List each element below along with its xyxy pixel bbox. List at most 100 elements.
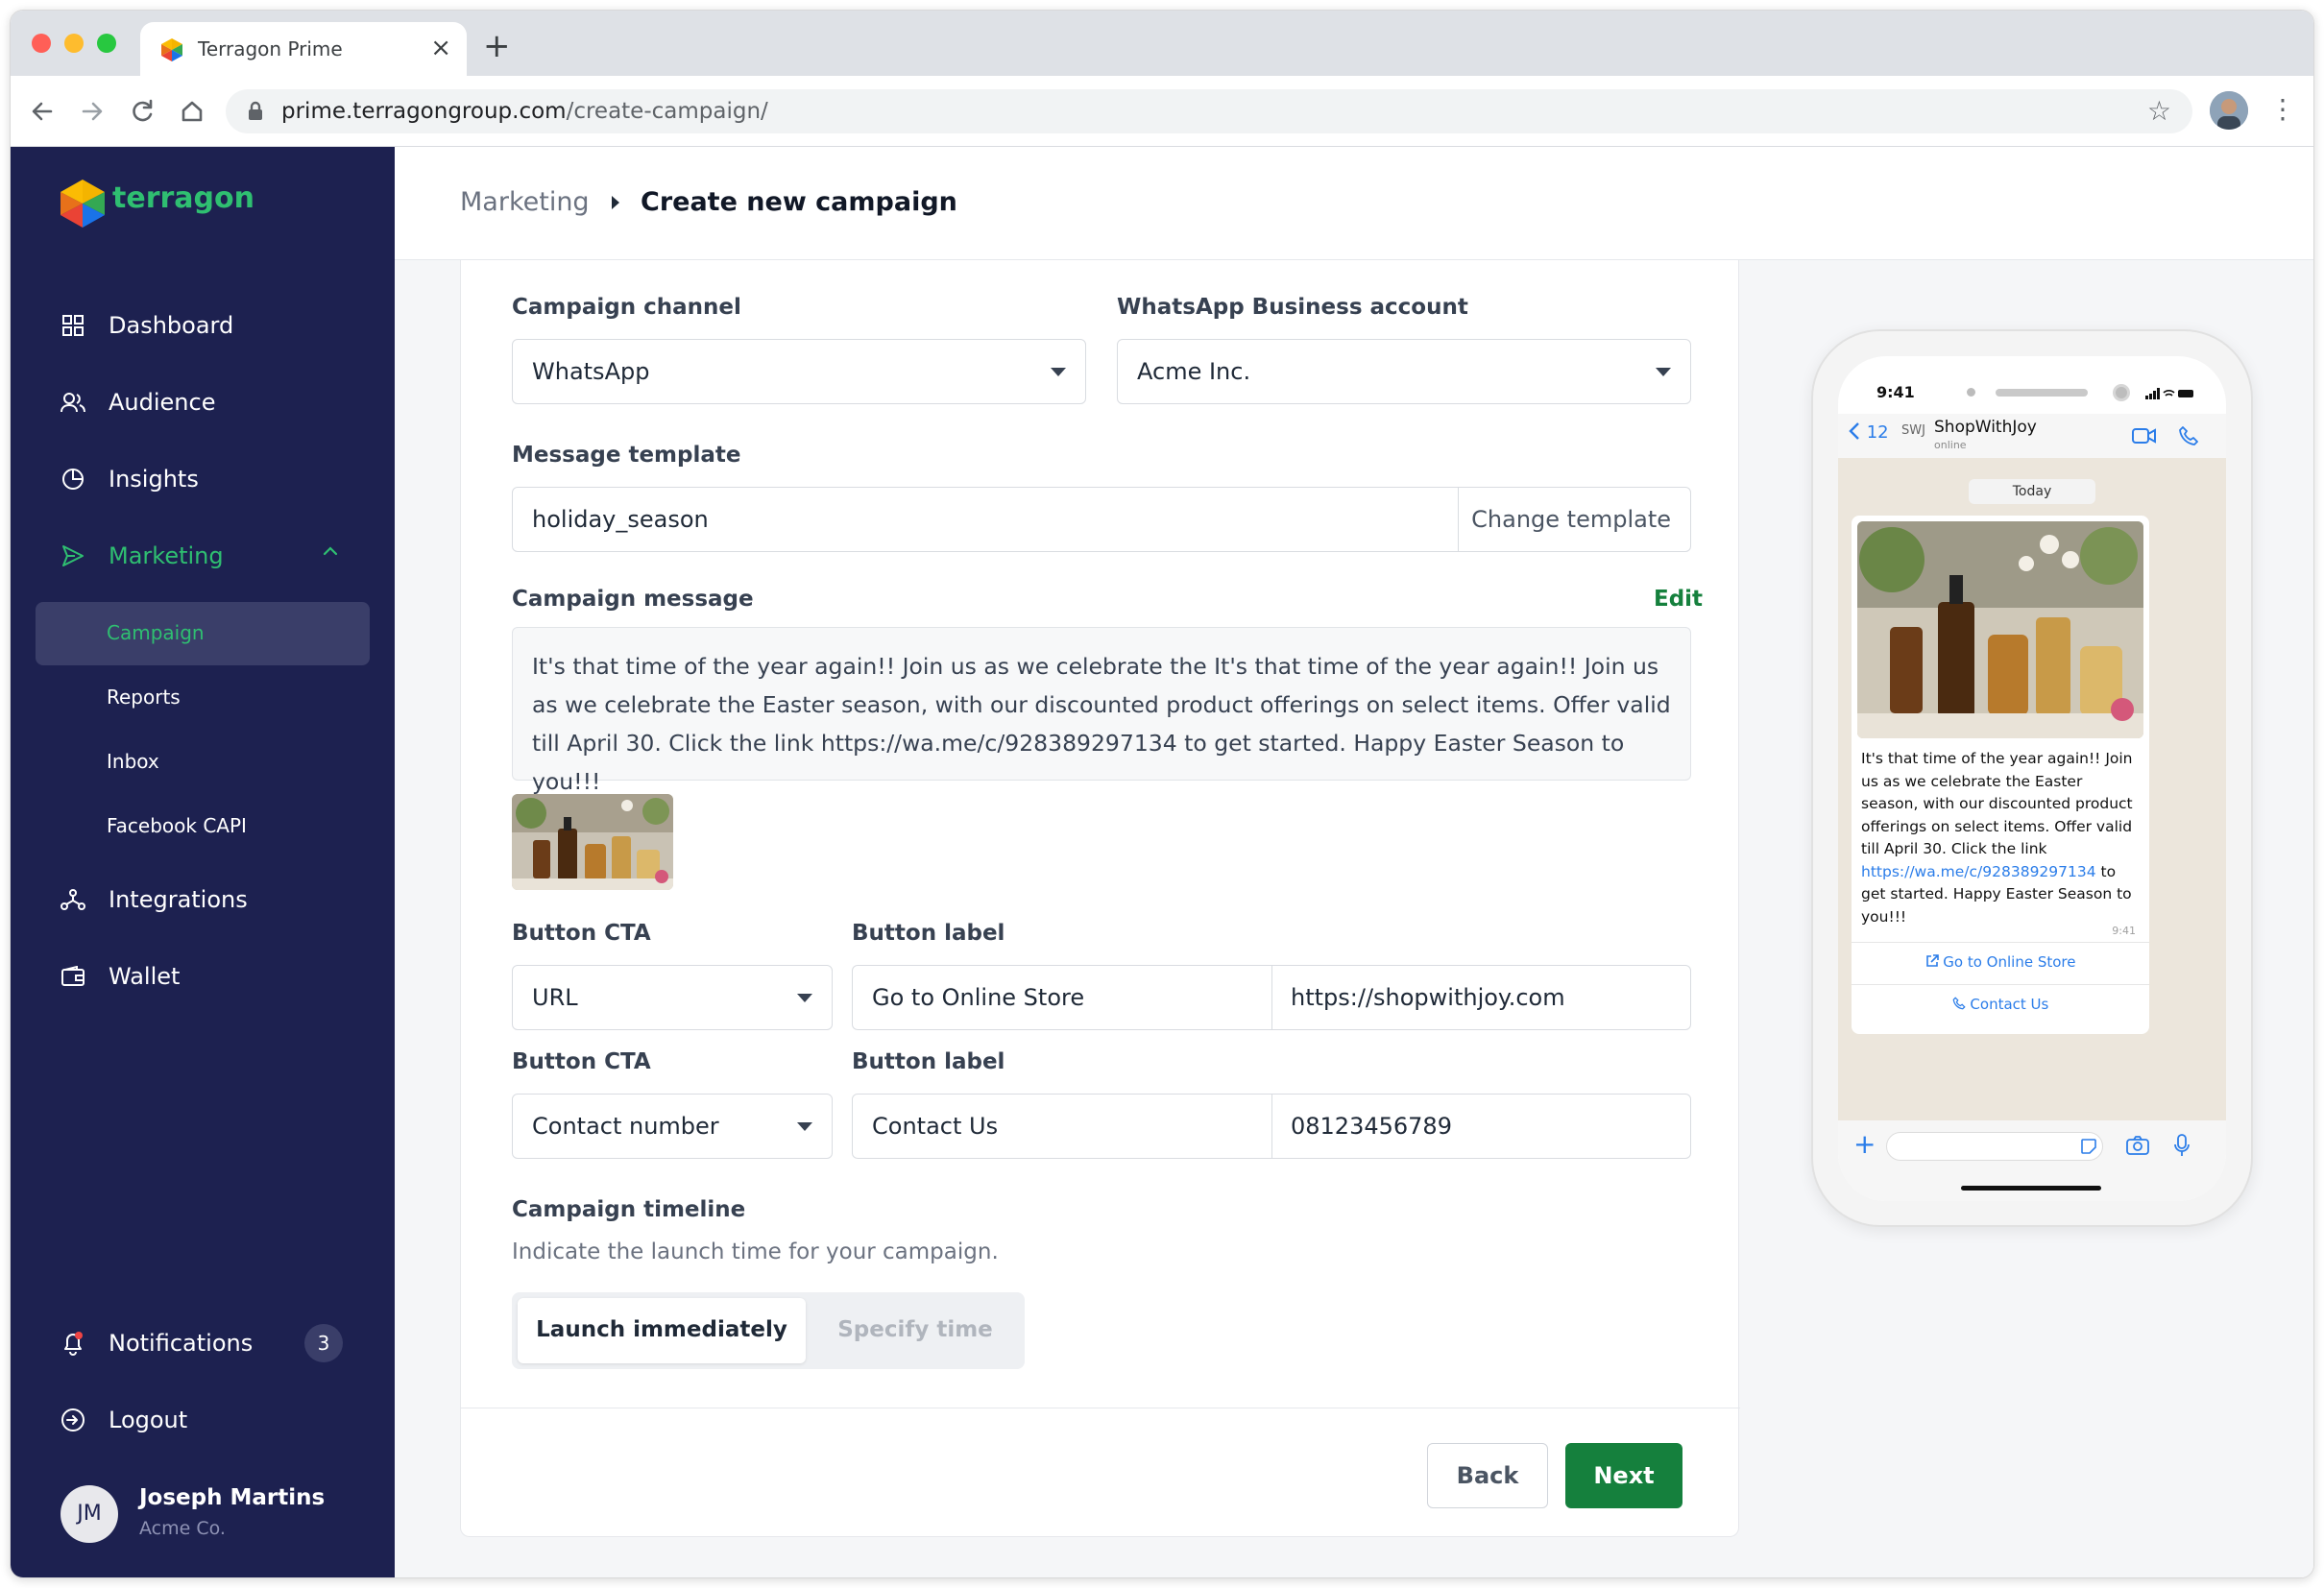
sidebar-item-label: Wallet	[109, 963, 181, 990]
url-host: prime.terragongroup.com	[281, 99, 567, 124]
breadcrumb-marketing[interactable]: Marketing	[460, 187, 590, 217]
sidebar-item-label: Notifications	[109, 1330, 254, 1357]
phone-screen: 9:41 12 SWJ ShopWithJoy online Today It'…	[1838, 356, 2226, 1201]
button-cta-select-2[interactable]: Contact number	[512, 1094, 833, 1159]
field-divider	[1271, 1095, 1272, 1158]
bookmark-star-icon[interactable]: ☆	[2147, 95, 2171, 127]
bubble-image[interactable]	[1857, 521, 2143, 738]
terragon-favicon-icon	[161, 38, 182, 61]
profile-photo-icon	[2210, 91, 2248, 130]
url-text: prime.terragongroup.com/create-campaign/	[281, 99, 768, 124]
phone-camera	[2113, 384, 2130, 401]
button-cta-select-1[interactable]: URL	[512, 965, 833, 1030]
camera-icon[interactable]	[2126, 1136, 2149, 1155]
sidebar-item-dashboard[interactable]: Dashboard	[59, 306, 233, 345]
bubble-link[interactable]: https://wa.me/c/928389297134	[1861, 863, 2096, 880]
profile-avatar[interactable]	[2210, 91, 2248, 130]
home-icon[interactable]	[176, 95, 208, 128]
contact-status: online	[1934, 439, 1967, 451]
channel-value: WhatsApp	[532, 358, 650, 385]
field-divider	[1271, 966, 1272, 1029]
date-chip: Today	[1969, 479, 2095, 504]
button-label-value-2: Contact Us	[872, 1113, 999, 1140]
microphone-icon[interactable]	[2174, 1134, 2190, 1157]
bubble-text-before: It's that time of the year again!! Join …	[1861, 750, 2133, 857]
button-label-field-1[interactable]: Go to Online Store https://shopwithjoy.c…	[852, 965, 1691, 1030]
grid-icon	[59, 311, 87, 340]
button-label-value-1: Go to Online Store	[872, 984, 1085, 1011]
reload-icon[interactable]	[126, 95, 158, 128]
campaign-message-box: It's that time of the year again!! Join …	[512, 627, 1691, 795]
maximize-window-button[interactable]	[97, 34, 116, 53]
change-template-button[interactable]: Change template	[1471, 506, 1671, 533]
user-avatar[interactable]: JM	[61, 1485, 118, 1543]
sidebar-item-logout[interactable]: Logout	[59, 1401, 187, 1439]
button-phone-value[interactable]: 08123456789	[1291, 1113, 1452, 1140]
timeline-label: Campaign timeline	[512, 1197, 746, 1222]
phone-home-indicator	[1961, 1186, 2101, 1191]
browser-menu-icon[interactable]: ⋮	[2269, 93, 2296, 125]
wallet-icon	[59, 962, 87, 991]
chat-header: 12 SWJ ShopWithJoy online	[1838, 414, 2226, 458]
new-tab-button[interactable]: +	[483, 30, 511, 62]
essential-oils-image-icon	[512, 794, 673, 890]
sticker-icon[interactable]	[2080, 1138, 2097, 1155]
sidebar-subitem-campaign[interactable]: Campaign	[107, 621, 205, 644]
campaign-form-card: Campaign channel WhatsApp WhatsApp Busin…	[460, 260, 1740, 1537]
external-link-icon	[1925, 954, 1939, 967]
message-image-thumbnail[interactable]	[512, 794, 673, 890]
caret-down-icon	[1051, 368, 1066, 376]
forward-arrow-icon[interactable]	[76, 95, 109, 128]
sidebar-item-marketing[interactable]: Marketing	[59, 537, 224, 575]
sidebar-item-integrations[interactable]: Integrations	[59, 880, 248, 919]
tab-close-icon[interactable]: ×	[430, 34, 451, 62]
chat-back-button[interactable]: 12	[1848, 421, 1889, 443]
bubble-cta-contact-us[interactable]: Contact Us	[1852, 996, 2149, 1013]
chat-message-input[interactable]	[1886, 1132, 2103, 1161]
sidebar-subitem-inbox[interactable]: Inbox	[107, 750, 159, 773]
attach-plus-icon[interactable]: +	[1853, 1130, 1876, 1159]
chevron-up-icon[interactable]	[323, 545, 338, 557]
video-call-icon[interactable]	[2132, 427, 2157, 445]
sidebar: terragon Dashboard Audience Insights Mar…	[11, 147, 395, 1577]
chat-background: Today It's that time of the year again!!…	[1838, 458, 2226, 1120]
brand-logo[interactable]: terragon	[59, 178, 254, 233]
sidebar-item-audience[interactable]: Audience	[59, 383, 215, 421]
account-value: Acme Inc.	[1137, 358, 1251, 385]
sidebar-item-label: Marketing	[109, 542, 224, 569]
close-window-button[interactable]	[32, 34, 51, 53]
button-url-value[interactable]: https://shopwithjoy.com	[1291, 984, 1565, 1011]
message-template-field[interactable]: holiday_season Change template	[512, 487, 1691, 552]
address-bar[interactable]: prime.terragongroup.com/create-campaign/…	[226, 89, 2192, 133]
logout-icon	[59, 1406, 87, 1434]
bubble-cta-online-store[interactable]: Go to Online Store	[1852, 953, 2149, 971]
template-label: Message template	[512, 443, 741, 468]
page-header: Marketing Create new campaign	[395, 147, 2313, 260]
back-button[interactable]: Back	[1427, 1443, 1548, 1508]
lock-icon	[249, 101, 262, 120]
field-divider	[1458, 488, 1459, 551]
button-label-field-2[interactable]: Contact Us 08123456789	[852, 1094, 1691, 1159]
sidebar-subitem-reports[interactable]: Reports	[107, 686, 181, 709]
sidebar-subitem-facebook-capi[interactable]: Facebook CAPI	[107, 814, 247, 837]
campaign-channel-select[interactable]: WhatsApp	[512, 339, 1086, 404]
specify-time-option[interactable]: Specify time	[806, 1317, 1025, 1342]
bubble-divider	[1852, 942, 2149, 943]
phone-call-icon[interactable]	[2178, 425, 2199, 446]
button-label-label-1: Button label	[852, 921, 1005, 946]
page-title: Create new campaign	[641, 187, 957, 217]
button-cta-value-1: URL	[532, 984, 578, 1011]
sidebar-item-insights[interactable]: Insights	[59, 460, 199, 498]
launch-immediately-option[interactable]: Launch immediately	[518, 1298, 806, 1363]
edit-message-button[interactable]: Edit	[1654, 587, 1703, 612]
url-path: /create-campaign/	[566, 99, 768, 124]
breadcrumb-caret-right-icon	[612, 196, 619, 209]
main-content: Marketing Create new campaign Campaign c…	[395, 147, 2313, 1577]
sidebar-item-wallet[interactable]: Wallet	[59, 957, 180, 996]
whatsapp-account-select[interactable]: Acme Inc.	[1117, 339, 1691, 404]
minimize-window-button[interactable]	[64, 34, 84, 53]
sidebar-item-notifications[interactable]: Notifications	[59, 1324, 253, 1362]
browser-tab[interactable]: Terragon Prime ×	[140, 22, 467, 76]
back-arrow-icon[interactable]	[26, 95, 59, 128]
next-button[interactable]: Next	[1565, 1443, 1682, 1508]
